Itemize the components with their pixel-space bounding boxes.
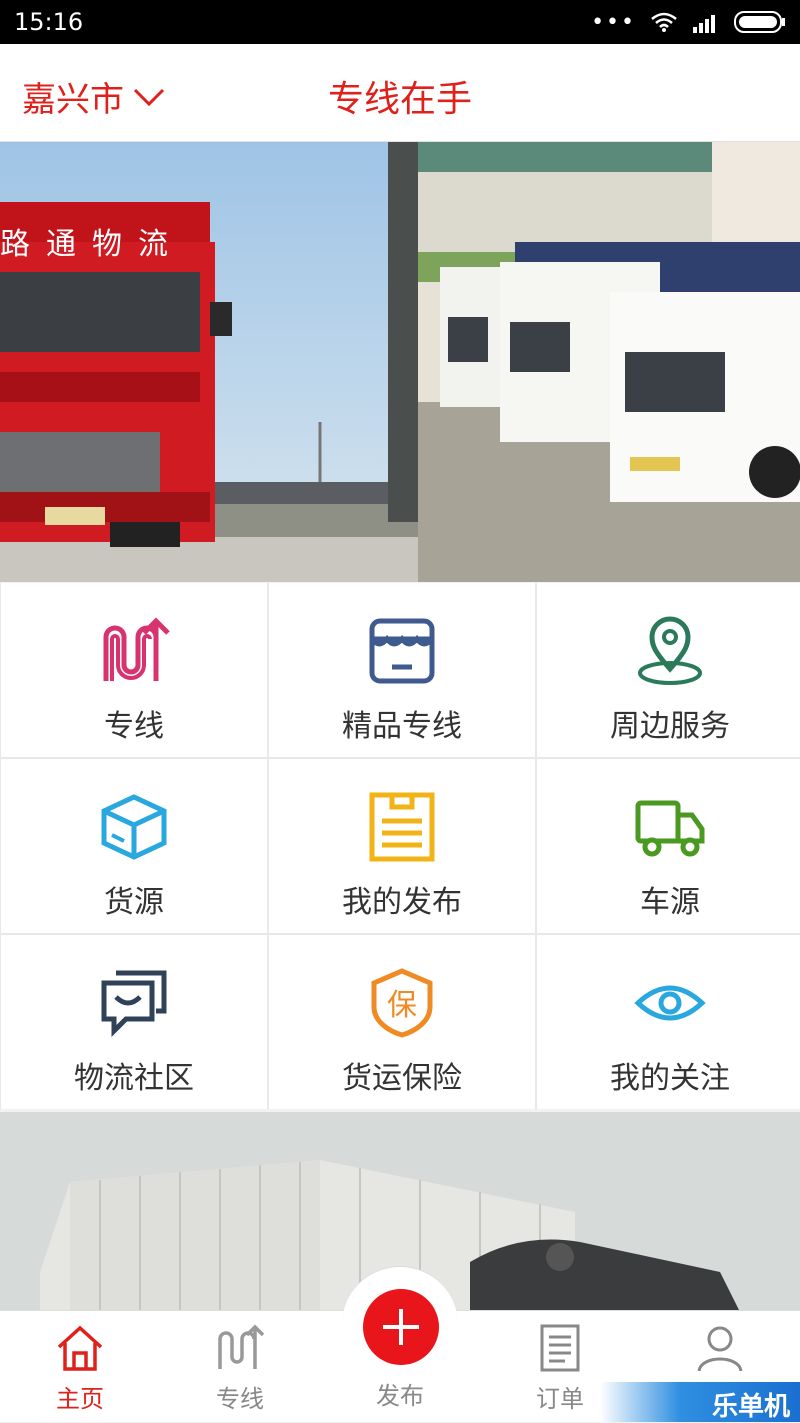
- menu-item-label: 货源: [104, 885, 164, 920]
- location-pin-icon: [638, 616, 702, 685]
- menu-item-label: 精品专线: [342, 709, 462, 744]
- tab-label: 订单: [536, 1385, 584, 1413]
- wifi-icon: [651, 12, 677, 32]
- menu-item-vehicle-source[interactable]: 车源: [537, 759, 800, 933]
- signal-icon: [693, 15, 715, 33]
- status-icons: •••: [591, 10, 786, 35]
- menu-item-community[interactable]: 物流社区: [1, 935, 267, 1109]
- order-list-icon: [540, 1324, 580, 1372]
- truck-text: 路通物流: [0, 227, 184, 262]
- battery-icon: [734, 11, 785, 33]
- menu-item-label: 专线: [104, 709, 164, 744]
- document-icon: [369, 792, 435, 862]
- tab-label: 专线: [216, 1385, 264, 1413]
- menu-item-nearby-services[interactable]: 周边服务: [537, 583, 800, 757]
- publish-button[interactable]: [363, 1289, 439, 1365]
- menu-item-my-follows[interactable]: 我的关注: [537, 935, 800, 1109]
- person-icon: [697, 1326, 743, 1372]
- chat-icon: [101, 970, 167, 1038]
- menu-item-label: 我的发布: [342, 885, 462, 920]
- menu-item-cargo-source[interactable]: 货源: [1, 759, 267, 933]
- status-bar: 15:16 •••: [0, 0, 800, 44]
- tab-special-line[interactable]: 专线: [160, 1311, 320, 1423]
- route-icon: [218, 1324, 265, 1369]
- shield-badge: 保: [387, 988, 417, 1023]
- page-title: 专线在手: [327, 79, 472, 120]
- more-dots-icon: •••: [591, 9, 636, 35]
- plus-icon: [383, 1309, 419, 1345]
- status-time: 15:16: [14, 8, 84, 36]
- box-icon: [101, 794, 167, 860]
- menu-item-label: 物流社区: [74, 1061, 194, 1096]
- publish-label: 发布: [376, 1382, 424, 1410]
- banner-carousel[interactable]: 路通物流: [0, 142, 800, 582]
- menu-item-label: 货运保险: [342, 1061, 462, 1096]
- truck-icon: [635, 800, 705, 857]
- app-header: 嘉兴市 专线在手: [0, 44, 800, 142]
- watermark: 乐单机: [600, 1382, 800, 1422]
- menu-grid: 专线 精品专线 周边服务 货源 我的发布 车源 物流社区 保 货运保险 我的关注: [0, 583, 800, 1109]
- tab-home[interactable]: 主页: [0, 1311, 160, 1423]
- menu-item-premium-line[interactable]: 精品专线: [269, 583, 535, 757]
- home-icon: [57, 1325, 103, 1371]
- menu-item-label: 我的关注: [610, 1061, 730, 1096]
- eye-icon: [634, 985, 706, 1021]
- menu-item-my-posts[interactable]: 我的发布: [269, 759, 535, 933]
- shield-icon: 保: [371, 968, 433, 1038]
- menu-item-cargo-insurance[interactable]: 保 货运保险: [269, 935, 535, 1109]
- store-icon: [369, 618, 435, 684]
- menu-item-label: 周边服务: [610, 709, 730, 744]
- menu-item-label: 车源: [640, 885, 700, 920]
- menu-item-special-line[interactable]: 专线: [1, 583, 267, 757]
- banner-image: 路通物流: [0, 142, 800, 582]
- route-icon: [103, 617, 170, 681]
- tab-label: 主页: [56, 1385, 104, 1413]
